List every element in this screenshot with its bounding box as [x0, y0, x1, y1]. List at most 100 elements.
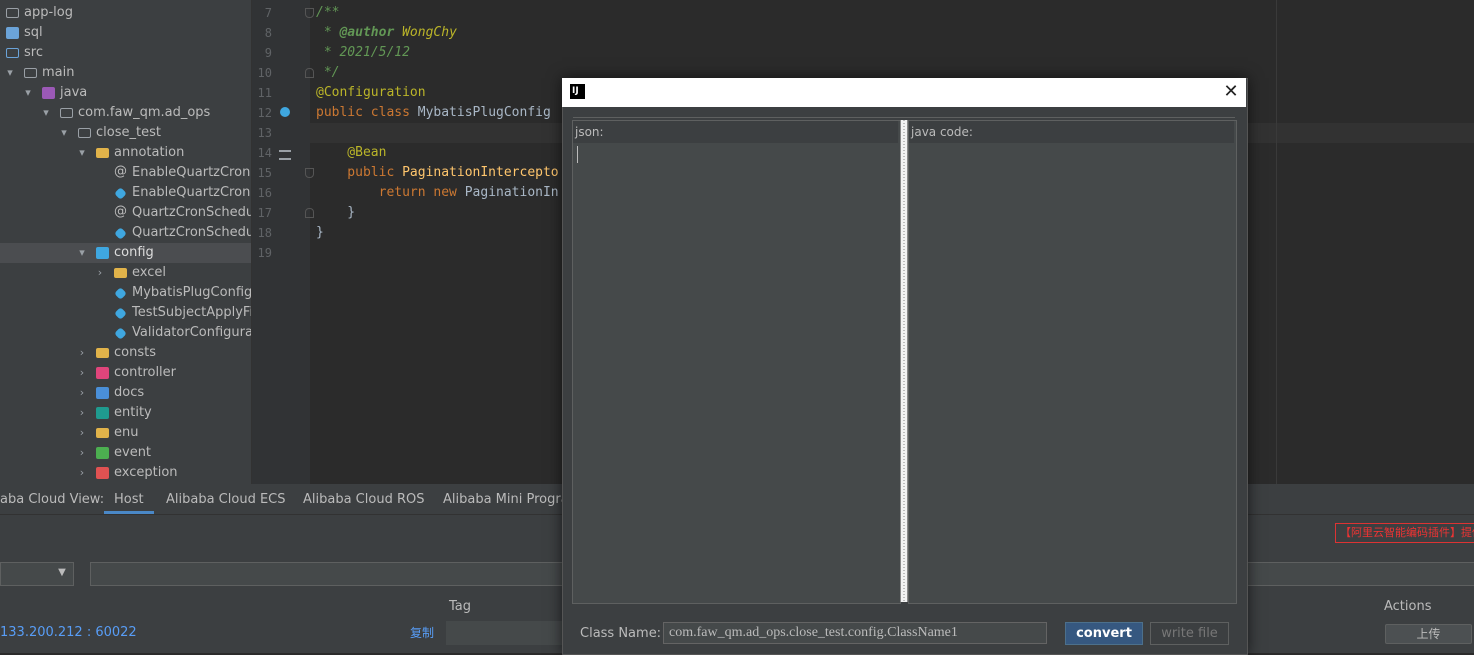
chevron-right-icon[interactable]: › [94, 263, 106, 283]
chevron-right-icon[interactable]: › [76, 383, 88, 403]
code-line: public class MybatisPlugConfig [316, 103, 551, 123]
tree-item[interactable]: ▾ java [0, 83, 251, 103]
folder-icon [96, 348, 109, 358]
tree-item[interactable]: ▾ main [0, 63, 251, 83]
bean-gutter-icon[interactable] [280, 107, 290, 117]
tree-item[interactable]: › docs [0, 383, 251, 403]
fold-icon[interactable] [305, 168, 314, 178]
fold-icon[interactable] [305, 208, 314, 218]
code-line: @Bean [316, 145, 387, 160]
tree-item-label: close_test [96, 125, 161, 140]
json-textarea[interactable] [573, 143, 898, 601]
tree-item[interactable]: › enu [0, 423, 251, 443]
tree-item[interactable]: › exception [0, 463, 251, 483]
code-line: /** [316, 5, 340, 20]
tree-item[interactable]: QuartzCronSchedu [0, 223, 251, 243]
line-number: 18 [257, 226, 272, 240]
tree-item[interactable]: › entity [0, 403, 251, 423]
promo-banner[interactable]: 【阿里云智能编码插件】提供 [1335, 523, 1474, 543]
project-tree: app-log sql src ▾ main ▾ java ▾ com.faw_… [0, 0, 251, 484]
class-icon [114, 307, 127, 320]
chevron-right-icon[interactable]: › [76, 463, 88, 483]
tree-item[interactable]: src [0, 43, 251, 63]
tree-item-label: config [114, 245, 154, 260]
tree-item[interactable]: ▾ close_test [0, 123, 251, 143]
chevron-right-icon[interactable]: › [76, 403, 88, 423]
code-line: */ [316, 65, 340, 80]
column-header-tag: Tag [449, 599, 472, 614]
chevron-right-icon[interactable]: › [76, 443, 88, 463]
folder-icon [24, 68, 37, 78]
chevron-down-icon[interactable]: ▾ [22, 83, 34, 103]
tree-item-label: EnableQuartzCronS [132, 185, 251, 200]
chevron-down-icon[interactable]: ▾ [58, 123, 70, 143]
config-folder-icon [96, 247, 109, 259]
chevron-right-icon[interactable]: › [76, 423, 88, 443]
line-number: 17 [257, 206, 272, 220]
tree-item[interactable]: › consts [0, 343, 251, 363]
annotation-icon: @ [114, 164, 127, 179]
line-number: 16 [257, 186, 272, 200]
tree-item[interactable]: ValidatorConfigurat [0, 323, 251, 343]
tab-alibaba-cloud-ros[interactable]: Alibaba Cloud ROS [303, 487, 424, 513]
class-icon [114, 327, 127, 340]
tree-item[interactable]: › excel [0, 263, 251, 283]
tree-item[interactable]: @ QuartzCronSchedu [0, 203, 251, 223]
tree-item[interactable]: @ EnableQuartzCronS [0, 163, 251, 183]
chevron-right-icon[interactable]: › [76, 343, 88, 363]
convert-button[interactable]: convert [1065, 622, 1143, 645]
chevron-down-icon[interactable]: ▾ [76, 143, 88, 163]
split-pane-divider[interactable] [900, 120, 908, 602]
code-comment: WongChy [394, 25, 457, 40]
host-address-link[interactable]: 133.200.212 : 60022 [0, 624, 137, 642]
controller-folder-icon [96, 367, 109, 379]
tab-alibaba-mini-program[interactable]: Alibaba Mini Progra [443, 487, 569, 513]
tree-item[interactable]: sql [0, 23, 251, 43]
class-name-input[interactable]: com.faw_qm.ad_ops.close_test.config.Clas… [663, 622, 1047, 644]
code-identifier: PaginationIn [464, 185, 559, 200]
tab-alibaba-cloud-ecs[interactable]: Alibaba Cloud ECS [166, 487, 286, 513]
source-folder-icon [6, 27, 19, 39]
close-icon[interactable]: ✕ [1222, 82, 1240, 102]
bean-method-gutter-icon[interactable] [279, 150, 291, 160]
tree-item-label: excel [132, 265, 166, 280]
code-keyword: public [316, 165, 403, 180]
chevron-down-icon[interactable]: ▾ [40, 103, 52, 123]
write-file-button[interactable]: write file [1150, 622, 1229, 645]
chevron-down-icon[interactable]: ▾ [76, 243, 88, 263]
tree-item[interactable]: MybatisPlugConfig [0, 283, 251, 303]
json-label: json: [575, 125, 604, 139]
tree-item[interactable]: app-log [0, 3, 251, 23]
chevron-down-icon[interactable]: ▾ [4, 63, 16, 83]
source-folder-icon [6, 48, 19, 58]
entity-folder-icon [96, 407, 109, 419]
class-name-label: Class Name: [580, 626, 662, 641]
tree-item[interactable]: ▾ annotation [0, 143, 251, 163]
tree-item[interactable]: TestSubjectApplyFil [0, 303, 251, 323]
tree-item[interactable]: EnableQuartzCronS [0, 183, 251, 203]
upload-button[interactable]: 上传 [1385, 624, 1472, 644]
dialog-title-bar[interactable] [562, 78, 1246, 107]
java-code-panel[interactable] [908, 120, 1237, 604]
folder-icon [6, 8, 19, 18]
chevron-right-icon[interactable]: › [76, 363, 88, 383]
tab-host[interactable]: Host [104, 487, 154, 514]
code-line: } [316, 205, 356, 220]
dialog-divider [573, 117, 1235, 118]
code-identifier: MybatisPlugConfig [417, 105, 551, 120]
tree-item[interactable]: › event [0, 443, 251, 463]
tree-item-label: entity [114, 405, 152, 420]
tree-item-selected[interactable]: ▾ config [0, 243, 251, 263]
tree-item-label: controller [114, 365, 177, 380]
fold-icon[interactable] [305, 68, 314, 78]
tree-item[interactable]: ▾ com.faw_qm.ad_ops [0, 103, 251, 123]
copy-link[interactable]: 复制 [410, 624, 434, 642]
tree-item[interactable]: › controller [0, 363, 251, 383]
tool-window-title: aba Cloud View: [0, 492, 105, 507]
tree-item-label: TestSubjectApplyFil [132, 305, 251, 320]
package-icon [78, 128, 91, 138]
fold-icon[interactable] [305, 8, 314, 18]
tree-item-label: event [114, 445, 152, 460]
tree-item-label: com.faw_qm.ad_ops [78, 105, 211, 120]
folder-icon [114, 268, 127, 278]
